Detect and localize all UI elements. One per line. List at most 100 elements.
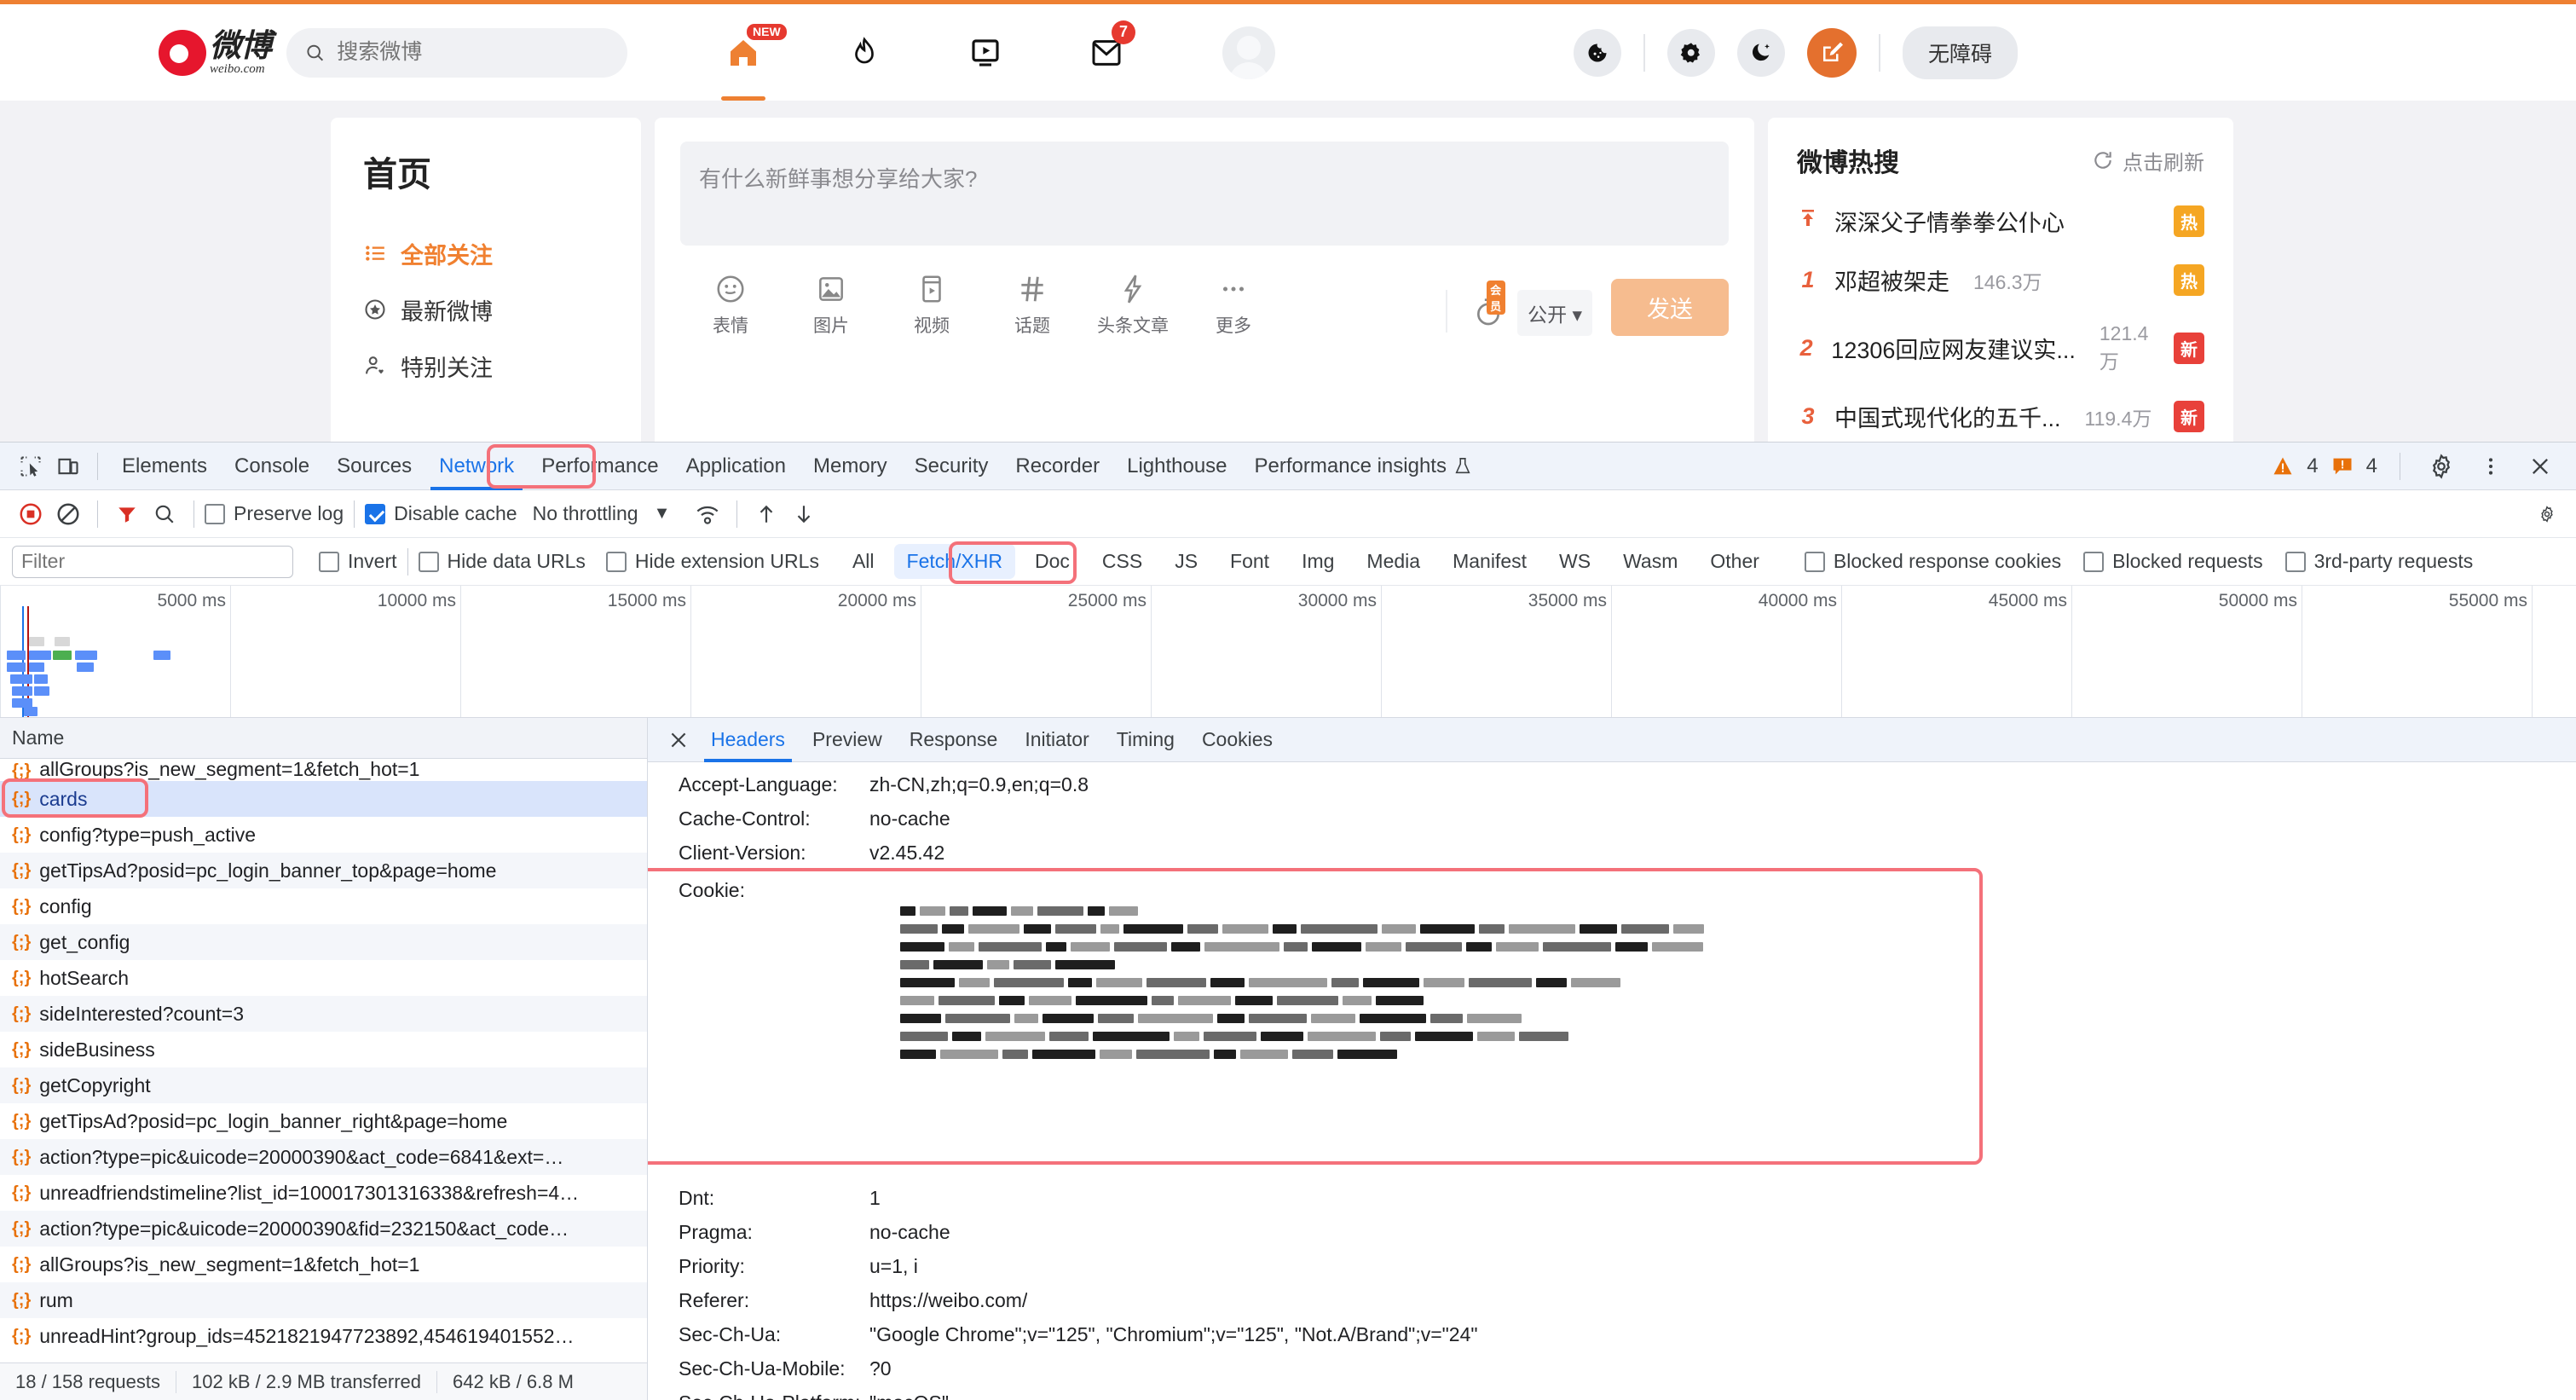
type-filter-manifest[interactable]: Manifest (1440, 544, 1539, 579)
tab-memory[interactable]: Memory (800, 443, 901, 490)
nav-hot[interactable] (837, 22, 892, 84)
table-row[interactable]: {;} action?type=pic&uicode=20000390&act_… (0, 1139, 647, 1175)
device-toolbar-button[interactable] (49, 449, 87, 483)
import-har-button[interactable] (748, 497, 785, 531)
type-filter-img[interactable]: Img (1289, 544, 1347, 579)
composer-image[interactable]: 图片 (781, 271, 881, 338)
table-row[interactable]: {;} getTipsAd?posid=pc_login_banner_top&… (0, 853, 647, 888)
schedule-button[interactable]: 会员 (1471, 281, 1506, 334)
blocked-requests-checkbox[interactable]: Blocked requests (2083, 550, 2263, 573)
throttling-select[interactable]: No throttling ▼ (533, 502, 671, 525)
type-filter-fetch-xhr[interactable]: Fetch/XHR (893, 544, 1015, 579)
sidebar-item-all-follow[interactable]: 全部关注 (363, 225, 641, 281)
weibo-search-box[interactable] (286, 27, 627, 78)
preserve-log-checkbox[interactable]: Preserve log (205, 502, 344, 525)
table-row[interactable]: {;} getTipsAd?posid=pc_login_banner_righ… (0, 1103, 647, 1139)
accessibility-button[interactable]: 无障碍 (1903, 26, 2019, 79)
detail-tab-preview[interactable]: Preview (799, 718, 896, 762)
hot-search-item[interactable]: 3 中国式现代化的五千... 119.4万 新 (1797, 400, 2204, 433)
hot-search-item[interactable]: 2 12306回应网友建议实... 121.4万 新 (1797, 322, 2204, 374)
tab-performance[interactable]: Performance (528, 443, 672, 490)
tab-console[interactable]: Console (221, 443, 323, 490)
type-filter-other[interactable]: Other (1697, 544, 1772, 579)
detail-tab-cookies[interactable]: Cookies (1188, 718, 1286, 762)
tab-network[interactable]: Network (425, 443, 528, 490)
type-filter-js[interactable]: JS (1162, 544, 1210, 579)
type-filter-css[interactable]: CSS (1089, 544, 1155, 579)
type-filter-font[interactable]: Font (1217, 544, 1282, 579)
composer-placeholder[interactable]: 有什么新鲜事想分享给大家? (680, 142, 1729, 246)
table-row[interactable]: {;} cards (0, 778, 647, 818)
hide-data-urls-checkbox[interactable]: Hide data URLs (418, 550, 586, 573)
table-row[interactable]: {;} get_config (0, 924, 647, 960)
sidebar-item-special-follow[interactable]: 特别关注 (363, 338, 641, 394)
search-toggle-button[interactable] (146, 497, 183, 531)
detail-tab-response[interactable]: Response (896, 718, 1012, 762)
avatar[interactable] (1222, 26, 1275, 79)
table-row[interactable]: {;} unreadfriendstimeline?list_id=100017… (0, 1175, 647, 1211)
table-row[interactable]: {;} sideInterested?count=3 (0, 996, 647, 1032)
table-row[interactable]: {;} action?type=pic&uicode=20000390&fid=… (0, 1211, 647, 1247)
request-list-column-header[interactable]: Name (0, 718, 647, 759)
network-conditions-button[interactable] (689, 497, 726, 531)
type-filter-media[interactable]: Media (1354, 544, 1433, 579)
detail-tab-initiator[interactable]: Initiator (1011, 718, 1102, 762)
dark-mode-button[interactable] (1737, 28, 1785, 77)
export-har-button[interactable] (785, 497, 823, 531)
tab-performance-insights[interactable]: Performance insights (1241, 443, 1486, 490)
filter-toggle-button[interactable] (108, 497, 146, 531)
third-party-requests-checkbox[interactable]: 3rd-party requests (2284, 550, 2473, 573)
detail-tab-headers[interactable]: Headers (697, 718, 799, 762)
visibility-select[interactable]: 公开 ▾ (1517, 290, 1592, 336)
tab-elements[interactable]: Elements (108, 443, 221, 490)
record-button[interactable] (12, 497, 49, 531)
hide-extension-urls-checkbox[interactable]: Hide extension URLs (605, 550, 819, 573)
send-button[interactable]: 发送 (1611, 279, 1729, 336)
compose-button[interactable] (1807, 27, 1857, 78)
table-row[interactable]: {;} allGroups?is_new_segment=1&fetch_hot… (0, 759, 647, 781)
table-row[interactable]: {;} getCopyright (0, 1067, 647, 1103)
nav-home[interactable]: NEW (716, 22, 787, 101)
table-row[interactable]: {;} config (0, 888, 647, 924)
settings-button[interactable] (1667, 28, 1715, 77)
detail-close-button[interactable] (660, 723, 697, 757)
tab-lighthouse[interactable]: Lighthouse (1113, 443, 1240, 490)
composer-more[interactable]: 更多 (1183, 271, 1284, 338)
table-row[interactable]: {;} rum (0, 1282, 647, 1318)
tab-sources[interactable]: Sources (323, 443, 425, 490)
type-filter-ws[interactable]: WS (1546, 544, 1603, 579)
composer-topic[interactable]: 话题 (982, 271, 1083, 338)
nav-messages[interactable]: 7 (1079, 20, 1135, 84)
invert-checkbox[interactable]: Invert (319, 550, 397, 573)
type-filter-all[interactable]: All (840, 544, 887, 579)
tab-recorder[interactable]: Recorder (1002, 443, 1113, 490)
nav-video[interactable] (958, 22, 1013, 84)
type-filter-doc[interactable]: Doc (1022, 544, 1083, 579)
network-overview-timeline[interactable]: 5000 ms 10000 ms 15000 ms 20000 ms 25000… (0, 586, 2576, 718)
table-row[interactable]: {;} allGroups?is_new_segment=1&fetch_hot… (0, 1247, 647, 1282)
hot-search-item[interactable]: 1 邓超被架走 146.3万 热 (1797, 263, 2204, 297)
table-row[interactable]: {;} config?type=push_active (0, 817, 647, 853)
tab-security[interactable]: Security (901, 443, 1002, 490)
cookie-tool-button[interactable] (1574, 28, 1621, 77)
detail-tab-timing[interactable]: Timing (1103, 718, 1188, 762)
composer-emoji[interactable]: 表情 (680, 271, 781, 338)
devtools-close-button[interactable] (2521, 449, 2559, 483)
disable-cache-checkbox[interactable]: Disable cache (365, 502, 517, 525)
inspect-element-button[interactable] (12, 449, 49, 483)
composer-article[interactable]: 头条文章 (1083, 271, 1183, 338)
hot-search-refresh-button[interactable]: 点击刷新 (2092, 146, 2204, 176)
sidebar-item-latest[interactable]: 最新微博 (363, 281, 641, 338)
table-row[interactable]: {;} sideBusiness (0, 1032, 647, 1067)
weibo-logo[interactable]: 微博 weibo.com (159, 29, 272, 76)
search-input[interactable] (337, 40, 609, 65)
filter-input[interactable] (12, 545, 293, 578)
table-row[interactable]: {;} unreadHint?group_ids=452182194772389… (0, 1318, 647, 1354)
composer-video[interactable]: 视频 (881, 271, 982, 338)
table-row[interactable]: {;} hotSearch (0, 960, 647, 996)
clear-button[interactable] (49, 497, 87, 531)
network-settings-button[interactable] (2538, 497, 2576, 531)
hot-search-item[interactable]: 深深父子情拳拳公仆心 热 (1797, 205, 2204, 238)
blocked-response-cookies-checkbox[interactable]: Blocked response cookies (1804, 550, 2061, 573)
devtools-settings-button[interactable] (2423, 449, 2460, 483)
